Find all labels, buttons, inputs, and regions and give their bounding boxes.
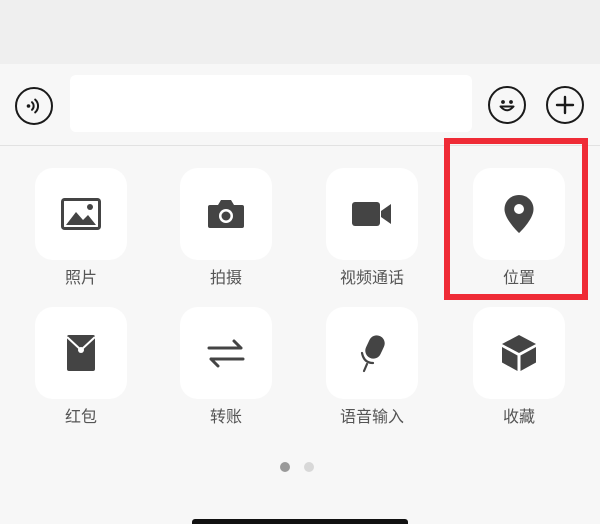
- panel-item-red-packet[interactable]: 红包: [35, 307, 127, 427]
- page-dot-2[interactable]: [304, 462, 314, 472]
- home-indicator: [192, 519, 408, 524]
- location-label: 位置: [502, 268, 535, 287]
- photo-label: 照片: [64, 268, 97, 287]
- panel-item-video-call[interactable]: 视频通话: [326, 168, 418, 288]
- video-call-label: 视频通话: [339, 268, 404, 287]
- voice-toggle-button[interactable]: [15, 87, 53, 125]
- more-button[interactable]: [546, 86, 584, 124]
- message-input[interactable]: [70, 75, 472, 132]
- location-pin-icon: [504, 195, 534, 233]
- page-dot-1[interactable]: [280, 462, 290, 472]
- red-packet-tile[interactable]: [35, 307, 127, 399]
- red-packet-label: 红包: [64, 407, 97, 426]
- panel-item-favorites[interactable]: 收藏: [473, 307, 565, 427]
- favorites-label: 收藏: [502, 407, 535, 426]
- panel-item-camera[interactable]: 拍摄: [180, 168, 272, 288]
- panel-item-photo[interactable]: 照片: [35, 168, 127, 288]
- smiley-icon: [499, 100, 515, 112]
- favorites-tile[interactable]: [473, 307, 565, 399]
- voice-icon: [26, 98, 40, 114]
- microphone-icon: [360, 335, 385, 373]
- photo-icon: [61, 198, 101, 230]
- plus-icon: [555, 95, 575, 115]
- camera-label: 拍摄: [209, 268, 242, 287]
- video-call-icon: [352, 202, 391, 226]
- cube-icon: [502, 335, 536, 371]
- transfer-label: 转账: [209, 407, 242, 426]
- chat-input-bar: [0, 64, 600, 146]
- transfer-arrows-icon: [207, 339, 245, 368]
- video-call-tile[interactable]: [326, 168, 418, 260]
- panel-item-location[interactable]: 位置: [473, 168, 565, 288]
- red-packet-icon: [66, 335, 96, 371]
- top-strip: [0, 0, 600, 64]
- camera-tile[interactable]: [180, 168, 272, 260]
- voice-input-label: 语音输入: [339, 407, 404, 426]
- panel-item-transfer[interactable]: 转账: [180, 307, 272, 427]
- page-indicator: [280, 462, 314, 472]
- location-tile[interactable]: [473, 168, 565, 260]
- photo-tile[interactable]: [35, 168, 127, 260]
- transfer-tile[interactable]: [180, 307, 272, 399]
- emoji-button[interactable]: [488, 86, 526, 124]
- camera-icon: [208, 200, 244, 228]
- voice-input-tile[interactable]: [326, 307, 418, 399]
- panel-item-voice-input[interactable]: 语音输入: [326, 307, 418, 427]
